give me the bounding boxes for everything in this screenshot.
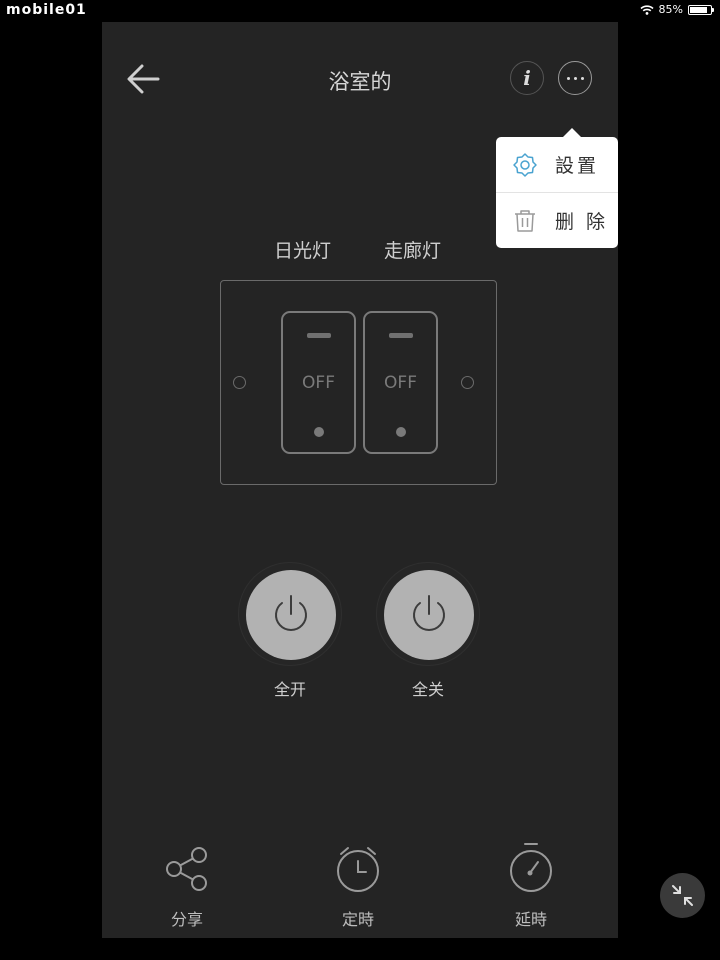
battery-icon <box>688 4 714 15</box>
share-button[interactable]: 分享 <box>137 842 237 932</box>
alarm-clock-icon <box>337 847 379 892</box>
menu-item-label: 設置 <box>555 155 600 177</box>
menu-item-label: 删 除 <box>555 211 609 233</box>
arrow-left-icon <box>127 64 160 94</box>
switch-2-state: OFF <box>384 373 417 393</box>
switch-label-1: 日光灯 <box>274 240 332 262</box>
all-on-button-face <box>246 570 336 660</box>
delay-button[interactable]: 延時 <box>481 842 581 932</box>
options-menu: 設置 删 除 <box>496 128 618 248</box>
menu-item-settings[interactable]: 設置 <box>496 137 618 192</box>
stopwatch-icon <box>510 843 552 892</box>
device-panel: 浴室的 i 設置 删 除 日光灯 走廊灯 OFF OFF 全开 全关 分享 定時… <box>102 22 618 938</box>
info-button[interactable]: i <box>510 61 544 95</box>
rocker-indicator-bar <box>307 333 331 338</box>
switch-1-state: OFF <box>302 373 335 393</box>
battery-percent: 85% <box>658 3 683 16</box>
switch-plate: OFF OFF <box>220 280 497 485</box>
battery-fill <box>690 6 707 13</box>
collapse-button[interactable] <box>660 873 705 918</box>
trash-icon <box>515 209 535 232</box>
timer-label: 定時 <box>341 910 374 929</box>
timer-button[interactable]: 定時 <box>308 842 408 932</box>
delay-label: 延時 <box>514 910 547 929</box>
wifi-icon <box>640 4 654 15</box>
switch-2-toggle[interactable]: OFF <box>363 311 438 454</box>
more-options-button[interactable] <box>558 61 592 95</box>
switch-1-toggle[interactable]: OFF <box>281 311 356 454</box>
status-bar-logo: mobile01 <box>6 2 87 18</box>
plate-screw <box>461 376 474 389</box>
all-off-button[interactable] <box>376 562 480 666</box>
share-label: 分享 <box>170 910 203 929</box>
more-dot <box>580 76 584 80</box>
share-icon <box>166 847 207 891</box>
rocker-indicator-bar <box>389 333 413 338</box>
menu-item-delete[interactable]: 删 除 <box>496 192 618 248</box>
all-on-label: 全开 <box>273 680 306 699</box>
all-off-button-face <box>384 570 474 660</box>
power-icon <box>413 595 445 631</box>
power-icon <box>275 595 307 631</box>
all-off-label: 全关 <box>411 680 444 699</box>
rocker-indicator-dot <box>314 427 324 437</box>
back-button[interactable] <box>124 62 164 96</box>
status-bar-right: 85% <box>640 3 714 16</box>
more-dot <box>573 76 577 80</box>
more-dot <box>566 76 570 80</box>
status-bar: mobile01 85% <box>0 0 720 20</box>
switch-label-2: 走廊灯 <box>384 240 442 262</box>
all-on-button[interactable] <box>238 562 342 666</box>
collapse-icon <box>672 885 693 906</box>
gear-icon <box>513 152 537 177</box>
plate-screw <box>233 376 246 389</box>
rocker-indicator-dot <box>396 427 406 437</box>
